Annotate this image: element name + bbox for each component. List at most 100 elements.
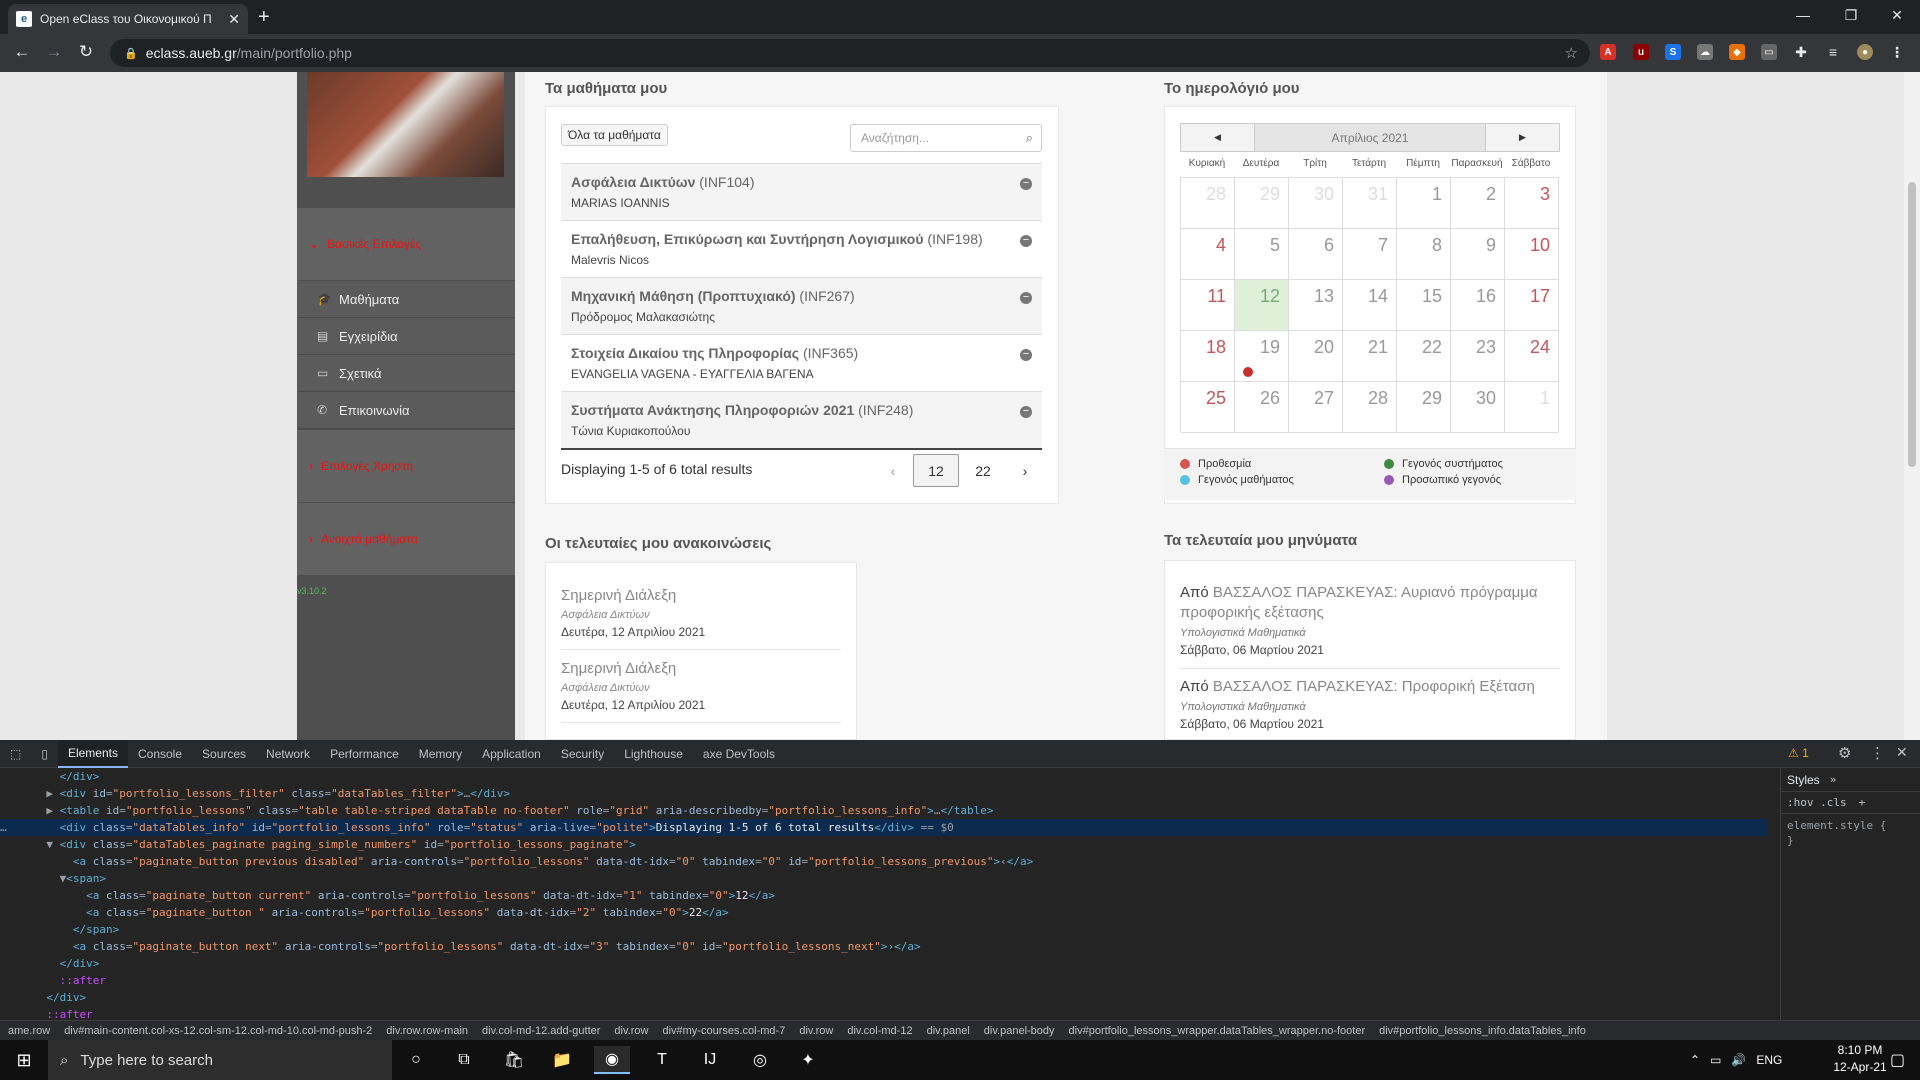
breadcrumb-item[interactable]: div#main-content.col-xs-12.col-sm-12.col… <box>64 1025 372 1037</box>
pdf-extension-icon[interactable]: A <box>1600 44 1616 60</box>
breadcrumb-item[interactable]: div.row <box>799 1025 833 1037</box>
reload-icon[interactable]: ↻ <box>74 42 98 62</box>
intellij-icon[interactable]: IJ <box>692 1046 728 1074</box>
scrollbar-thumb[interactable] <box>1908 182 1916 467</box>
calendar-day-cell[interactable]: 21 <box>1343 331 1397 382</box>
tab-memory[interactable]: Memory <box>409 740 472 768</box>
back-icon[interactable]: ← <box>10 42 34 62</box>
calendar-day-cell[interactable]: 20 <box>1289 331 1343 382</box>
announcement-title-link[interactable]: Σημερινή Διάλεξη <box>561 587 705 604</box>
chrome-menu-icon[interactable]: ⋮ <box>1889 44 1905 60</box>
tab-application[interactable]: Application <box>472 740 551 768</box>
calendar-next-button[interactable]: ▶ <box>1485 124 1559 151</box>
app-icon[interactable]: ✦ <box>790 1046 826 1074</box>
deadline-event-dot[interactable] <box>1243 367 1253 377</box>
close-devtools-icon[interactable]: ✕ <box>1896 744 1908 761</box>
calendar-day-cell[interactable]: 3 <box>1505 178 1559 229</box>
tab-security[interactable]: Security <box>551 740 614 768</box>
close-window-button[interactable]: ✕ <box>1874 0 1920 30</box>
notifications-icon[interactable]: ▢ <box>1890 1050 1905 1070</box>
store-icon[interactable]: 🛍 <box>496 1046 532 1074</box>
calendar-day-cell[interactable]: 11 <box>1181 280 1235 331</box>
sidebar-section-user[interactable]: › Επιλογές Χρήστη <box>297 430 515 502</box>
calendar-day-cell[interactable]: 16 <box>1451 280 1505 331</box>
calendar-day-cell[interactable]: 18 <box>1181 331 1235 382</box>
unregister-minus-icon[interactable]: − <box>1020 406 1032 418</box>
ublock-extension-icon[interactable]: u <box>1633 44 1649 60</box>
forward-icon[interactable]: → <box>42 42 66 62</box>
calendar-day-cell[interactable]: 14 <box>1343 280 1397 331</box>
course-row[interactable]: Επαλήθευση, Επικύρωση και Συντήρηση Λογι… <box>561 220 1042 277</box>
taskbar-search-box[interactable]: ⌕ Type here to search <box>48 1040 392 1080</box>
calendar-day-cell[interactable]: 22 <box>1397 331 1451 382</box>
inspect-element-icon[interactable]: ⬚ <box>0 740 31 768</box>
chrome-icon[interactable]: ◉ <box>594 1046 630 1074</box>
calendar-day-cell[interactable]: 27 <box>1289 382 1343 433</box>
calendar-day-cell[interactable]: 31 <box>1343 178 1397 229</box>
sidebar-section-open-courses[interactable]: › Ανοιχτά μαθήματα <box>297 503 515 575</box>
calendar-day-cell[interactable]: 7 <box>1343 229 1397 280</box>
course-name[interactable]: Επαλήθευση, Επικύρωση και Συντήρηση Λογι… <box>571 231 924 247</box>
course-row[interactable]: Ασφάλεια Δικτύων (INF104) MARIAS IOANNIS… <box>561 163 1042 220</box>
calendar-day-cell[interactable]: 2 <box>1451 178 1505 229</box>
breadcrumb-item[interactable]: div.row <box>614 1025 648 1037</box>
calendar-day-cell[interactable]: 12 <box>1235 280 1289 331</box>
calendar-day-cell[interactable]: 29 <box>1397 382 1451 433</box>
calendar-day-cell[interactable]: 6 <box>1289 229 1343 280</box>
address-bar[interactable]: 🔒 eclass.aueb.gr /main/portfolio.php ☆ <box>110 39 1590 67</box>
announcement-title-link[interactable]: Σημερινή Διάλεξη <box>561 660 705 677</box>
calendar-day-cell[interactable]: 4 <box>1181 229 1235 280</box>
calendar-day-cell[interactable]: 9 <box>1451 229 1505 280</box>
course-name[interactable]: Στοιχεία Δικαίου της Πληροφορίας <box>571 345 799 361</box>
tab-performance[interactable]: Performance <box>320 740 409 768</box>
breadcrumb-item[interactable]: div.col-md-12 <box>847 1025 912 1037</box>
cortana-icon[interactable]: ○ <box>398 1046 434 1074</box>
breadcrumb-item[interactable]: ame.row <box>8 1025 50 1037</box>
more-tabs-icon[interactable]: » <box>1830 773 1837 786</box>
sidebar-item-manuals[interactable]: ▤ Εγχειρίδια <box>297 318 515 355</box>
course-name[interactable]: Συστήματα Ανάκτησης Πληροφοριών 2021 <box>571 402 854 418</box>
calendar-day-cell[interactable]: 5 <box>1235 229 1289 280</box>
calendar-day-cell[interactable]: 8 <box>1397 229 1451 280</box>
add-rule-icon[interactable]: + <box>1859 796 1866 809</box>
close-tab-icon[interactable]: ✕ <box>228 11 240 28</box>
calendar-day-cell[interactable]: 30 <box>1451 382 1505 433</box>
tab-elements[interactable]: Elements <box>57 739 128 768</box>
tab-sources[interactable]: Sources <box>192 740 256 768</box>
browser-tab[interactable]: e Open eClass του Οικονομικού Π ✕ <box>8 4 248 34</box>
teams-icon[interactable]: T <box>644 1046 680 1074</box>
calendar-day-cell[interactable]: 17 <box>1505 280 1559 331</box>
discord-icon[interactable]: ◎ <box>742 1046 778 1074</box>
tray-chevron-up-icon[interactable]: ⌃ <box>1690 1053 1700 1067</box>
taskbar-clock[interactable]: 8:10 PM 12-Apr-21 <box>1830 1042 1890 1076</box>
tag-extension-icon[interactable]: ◆ <box>1729 44 1745 60</box>
all-courses-button[interactable]: Όλα τα μαθήματα <box>561 124 668 146</box>
pagination-next[interactable]: › <box>1012 454 1038 487</box>
breadcrumb-item[interactable]: div#portfolio_lessons_wrapper.dataTables… <box>1069 1025 1366 1037</box>
calendar-day-cell[interactable]: 19 <box>1235 331 1289 382</box>
language-indicator[interactable]: ENG <box>1756 1053 1782 1067</box>
calendar-day-cell[interactable]: 28 <box>1343 382 1397 433</box>
pagination-previous[interactable]: ‹ <box>880 454 906 487</box>
restore-button[interactable]: ❐ <box>1828 0 1874 30</box>
calendar-day-cell[interactable]: 23 <box>1451 331 1505 382</box>
styles-filter[interactable]: :hov .cls <box>1787 796 1847 809</box>
styles-tab[interactable]: Styles <box>1787 773 1820 787</box>
message-subject-link[interactable]: ΒΑΣΣΑΛΟΣ ΠΑΡΑΣΚΕΥΑΣ: Προφορική Εξέταση <box>1213 678 1535 695</box>
task-view-icon[interactable]: ⧉ <box>446 1046 482 1074</box>
unregister-minus-icon[interactable]: − <box>1020 178 1032 190</box>
warnings-badge[interactable]: ⚠ 1 <box>1788 746 1809 760</box>
extensions-puzzle-icon[interactable]: ✚ <box>1793 44 1809 60</box>
calendar-day-cell[interactable]: 30 <box>1289 178 1343 229</box>
sidebar-item-contact[interactable]: ✆ Επικοινωνία <box>297 392 515 429</box>
unregister-minus-icon[interactable]: − <box>1020 235 1032 247</box>
course-name[interactable]: Μηχανική Μάθηση (Προπτυχιακό) <box>571 288 796 304</box>
tab-network[interactable]: Network <box>256 740 320 768</box>
calendar-day-cell[interactable]: 24 <box>1505 331 1559 382</box>
styles-pane[interactable]: Styles » :hov .cls + element.style {} <box>1780 768 1920 1026</box>
page-scrollbar[interactable] <box>1904 72 1920 740</box>
calendar-day-cell[interactable]: 15 <box>1397 280 1451 331</box>
breadcrumb-item[interactable]: div.panel-body <box>984 1025 1055 1037</box>
file-explorer-icon[interactable]: 📁 <box>544 1046 580 1074</box>
network-icon[interactable]: ▭ <box>1710 1053 1721 1067</box>
